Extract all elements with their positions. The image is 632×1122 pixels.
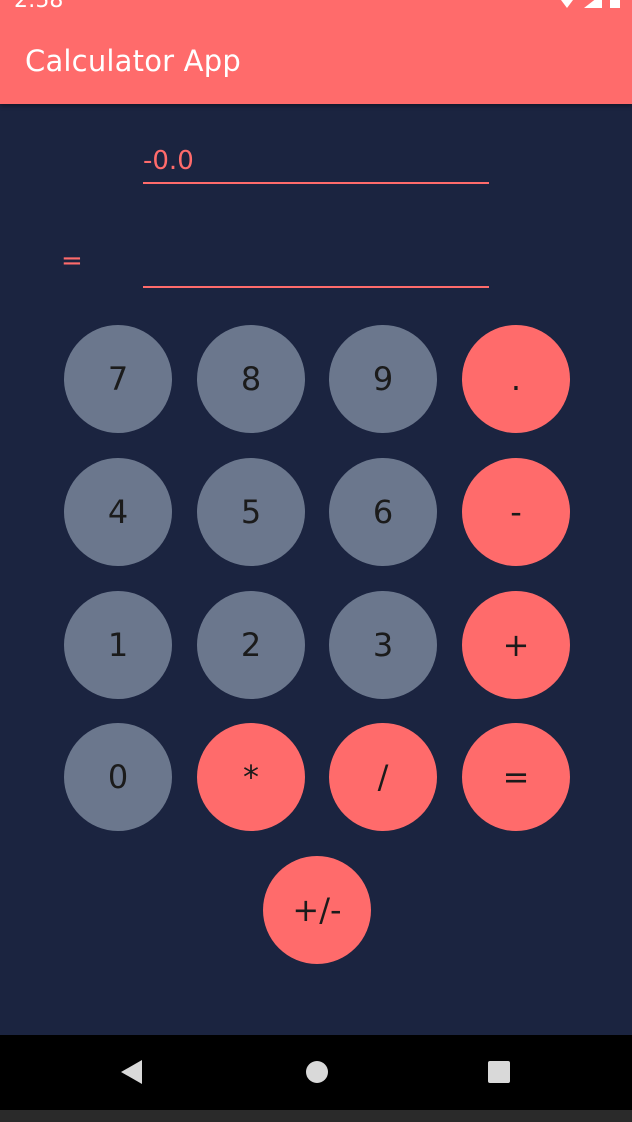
back-triangle-icon[interactable]: [120, 1059, 144, 1085]
expression-input[interactable]: -0.0: [143, 140, 489, 184]
key-1[interactable]: 1: [64, 591, 172, 699]
bottom-strip: [0, 1110, 632, 1122]
key-6[interactable]: 6: [329, 458, 437, 566]
battery-icon: [610, 0, 620, 8]
key-9[interactable]: 9: [329, 325, 437, 433]
key-equals[interactable]: =: [462, 723, 570, 831]
key-5[interactable]: 5: [197, 458, 305, 566]
key-multiply[interactable]: *: [197, 723, 305, 831]
key-negate[interactable]: +/-: [263, 856, 371, 964]
key-2[interactable]: 2: [197, 591, 305, 699]
status-time: 2:58: [14, 0, 64, 13]
equals-label: =: [61, 246, 83, 276]
key-0[interactable]: 0: [64, 723, 172, 831]
key-7[interactable]: 7: [64, 325, 172, 433]
signal-icon: [584, 0, 602, 8]
recents-square-icon[interactable]: [487, 1059, 511, 1085]
key-add[interactable]: +: [462, 591, 570, 699]
key-8[interactable]: 8: [197, 325, 305, 433]
key-subtract[interactable]: -: [462, 458, 570, 566]
key-divide[interactable]: /: [329, 723, 437, 831]
result-field[interactable]: [143, 240, 489, 288]
app-title: Calculator App: [25, 44, 241, 78]
system-navigation-bar: [0, 1035, 632, 1110]
key-3[interactable]: 3: [329, 591, 437, 699]
app-bar: 2:58 Calculator App: [0, 0, 632, 104]
key-4[interactable]: 4: [64, 458, 172, 566]
home-circle-icon[interactable]: [305, 1059, 329, 1085]
key-decimal-point[interactable]: .: [462, 325, 570, 433]
status-icons: [558, 0, 620, 10]
wifi-icon: [561, 0, 573, 8]
